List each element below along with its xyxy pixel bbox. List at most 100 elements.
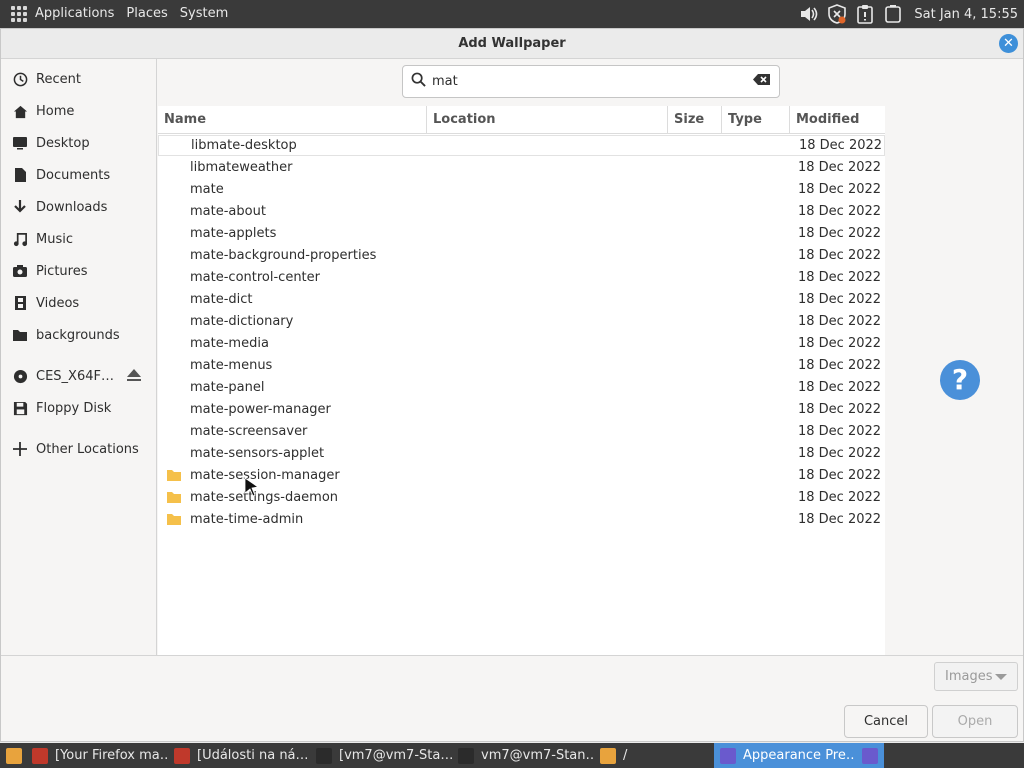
sidebar-item-pictures[interactable]: Pictures (1, 255, 156, 287)
folder-icon (158, 491, 190, 504)
help-icon[interactable]: ? (940, 360, 980, 400)
sidebar-item-backgrounds[interactable]: backgrounds (1, 319, 156, 351)
file-row[interactable]: mate-control-center 18 Dec 2022 (158, 266, 885, 288)
eject-icon[interactable] (126, 368, 142, 386)
chevron-down-icon (995, 674, 1007, 680)
app-icon (862, 747, 878, 764)
file-modified: 18 Dec 2022 (799, 138, 883, 153)
file-row[interactable]: mate-applets 18 Dec 2022 (158, 222, 885, 244)
sidebar-item-downloads[interactable]: Downloads (1, 191, 156, 223)
file-row[interactable]: mate-background-properties 18 Dec 2022 (158, 244, 885, 266)
file-row[interactable]: mate-settings-daemon 18 Dec 2022 (158, 486, 885, 508)
file-row[interactable]: libmate-desktop 18 Dec 2022 (158, 135, 885, 156)
taskbar-item[interactable]: / (594, 743, 714, 768)
file-name: libmate-desktop (191, 138, 297, 153)
file-name: mate-control-center (190, 269, 320, 285)
volume-icon[interactable] (798, 3, 820, 25)
file-row[interactable]: mate-screensaver 18 Dec 2022 (158, 420, 885, 442)
sidebar-item-cdrom[interactable]: CES_X64F… (1, 360, 156, 392)
file-row[interactable]: mate-dict 18 Dec 2022 (158, 288, 885, 310)
file-modified: 18 Dec 2022 (798, 269, 882, 285)
file-modified: 18 Dec 2022 (798, 467, 882, 483)
clear-search-icon[interactable] (753, 73, 771, 90)
file-row[interactable]: mate-panel 18 Dec 2022 (158, 376, 885, 398)
dialog-title: Add Wallpaper (458, 36, 566, 51)
top-panel: Applications Places System Sat Jan 4, 15… (0, 0, 1024, 28)
column-modified[interactable]: Modified (790, 106, 885, 133)
sidebar-item-documents[interactable]: Documents (1, 159, 156, 191)
taskbar-item[interactable] (0, 743, 26, 768)
dialog-titlebar[interactable]: Add Wallpaper ✕ (1, 29, 1023, 59)
clock[interactable]: Sat Jan 4, 15:55 (914, 7, 1018, 22)
sidebar-item-floppy[interactable]: Floppy Disk (1, 392, 156, 424)
sidebar-item-desktop[interactable]: Desktop (1, 127, 156, 159)
file-row[interactable]: mate 18 Dec 2022 (158, 178, 885, 200)
sidebar-item-label: backgrounds (36, 327, 120, 343)
disc-icon (11, 367, 29, 385)
column-location[interactable]: Location (427, 106, 668, 133)
sidebar-item-music[interactable]: Music (1, 223, 156, 255)
file-row[interactable]: mate-time-admin 18 Dec 2022 (158, 508, 885, 530)
shield-icon[interactable] (826, 3, 848, 25)
taskbar-item[interactable]: [Události na ná… (168, 743, 310, 768)
apps-grid-icon[interactable] (11, 6, 27, 22)
sidebar-item-label: Videos (36, 295, 80, 311)
file-list[interactable]: Name Location Size Type Modified libmate… (158, 106, 885, 655)
file-name: mate-sensors-applet (190, 445, 325, 461)
cancel-button[interactable]: Cancel (844, 705, 928, 738)
taskbar-item-label: [Your Firefox ma… (55, 748, 168, 763)
search-box[interactable] (402, 65, 780, 98)
file-name: mate-background-properties (190, 247, 377, 263)
taskbar-item[interactable]: vm7@vm7-Stan… (452, 743, 594, 768)
file-row[interactable]: mate-session-manager 18 Dec 2022 (158, 464, 885, 486)
sidebar-item-videos[interactable]: Videos (1, 287, 156, 319)
plus-icon (11, 440, 29, 458)
app-icon (174, 747, 190, 764)
taskbar-item[interactable]: Appearance Pre… (714, 743, 856, 768)
taskbar-item[interactable] (856, 743, 884, 768)
open-button[interactable]: Open (932, 705, 1018, 738)
file-row[interactable]: mate-menus 18 Dec 2022 (158, 354, 885, 376)
app-icon (600, 747, 616, 764)
battery-icon[interactable] (882, 3, 904, 25)
file-modified: 18 Dec 2022 (798, 445, 882, 461)
column-size[interactable]: Size (668, 106, 722, 133)
file-modified: 18 Dec 2022 (798, 247, 882, 263)
file-name: mate-menus (190, 357, 273, 373)
sidebar-item-recent[interactable]: Recent (1, 63, 156, 95)
places-sidebar: Recent Home Desktop Documents Downloads … (1, 59, 157, 655)
file-modified: 18 Dec 2022 (798, 313, 882, 329)
close-button[interactable]: ✕ (999, 34, 1018, 53)
file-row[interactable]: mate-power-manager 18 Dec 2022 (158, 398, 885, 420)
file-row[interactable]: libmateweather 18 Dec 2022 (158, 156, 885, 178)
file-name: mate-applets (190, 225, 277, 241)
file-row[interactable]: mate-dictionary 18 Dec 2022 (158, 310, 885, 332)
taskbar-item[interactable]: [vm7@vm7-Sta… (310, 743, 452, 768)
column-type[interactable]: Type (722, 106, 790, 133)
system-tray: Sat Jan 4, 15:55 (798, 0, 1024, 28)
music-icon (11, 230, 29, 248)
file-row[interactable]: mate-sensors-applet 18 Dec 2022 (158, 442, 885, 464)
file-name: mate-dictionary (190, 313, 294, 329)
search-input[interactable] (432, 74, 753, 89)
folder-icon (11, 326, 29, 344)
file-row[interactable]: mate-media 18 Dec 2022 (158, 332, 885, 354)
sidebar-item-home[interactable]: Home (1, 95, 156, 127)
file-row[interactable]: mate-about 18 Dec 2022 (158, 200, 885, 222)
menu-applications[interactable]: Applications (29, 0, 120, 28)
taskbar-item[interactable]: [Your Firefox ma… (26, 743, 168, 768)
sidebar-item-label: Pictures (36, 263, 88, 279)
file-modified: 18 Dec 2022 (798, 335, 882, 351)
file-type-filter[interactable]: Images (934, 662, 1018, 691)
sidebar-separator (1, 424, 156, 433)
column-name[interactable]: Name (158, 106, 427, 133)
file-name: libmateweather (190, 159, 293, 175)
sidebar-item-other-locations[interactable]: Other Locations (1, 433, 156, 465)
file-list-header: Name Location Size Type Modified (158, 106, 885, 134)
menu-system[interactable]: System (174, 0, 234, 28)
file-modified: 18 Dec 2022 (798, 181, 882, 197)
clipboard-icon[interactable] (854, 3, 876, 25)
document-icon (11, 166, 29, 184)
sidebar-item-label: Recent (36, 71, 81, 87)
menu-places[interactable]: Places (120, 0, 173, 28)
